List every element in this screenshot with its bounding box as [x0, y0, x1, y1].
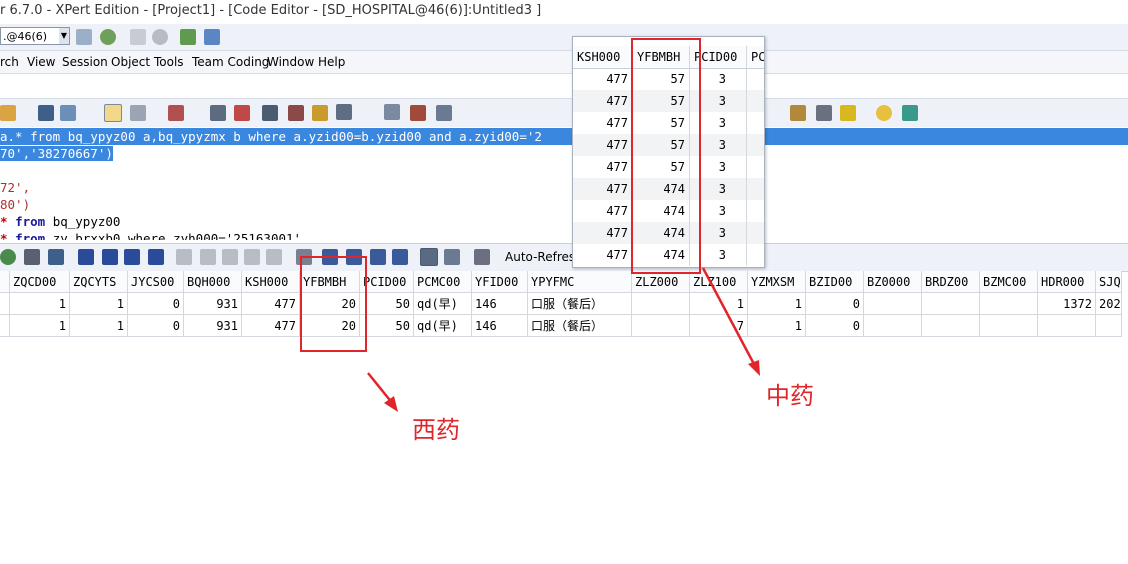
- annotation-arrows: [367, 267, 760, 412]
- annotation-chinese-medicine: 中药: [766, 382, 814, 410]
- arrowhead-western: [384, 396, 398, 412]
- arrowhead-chinese: [748, 360, 760, 376]
- annotation-western-medicine: 西药: [412, 416, 460, 444]
- arrow-chinese: [701, 267, 757, 367]
